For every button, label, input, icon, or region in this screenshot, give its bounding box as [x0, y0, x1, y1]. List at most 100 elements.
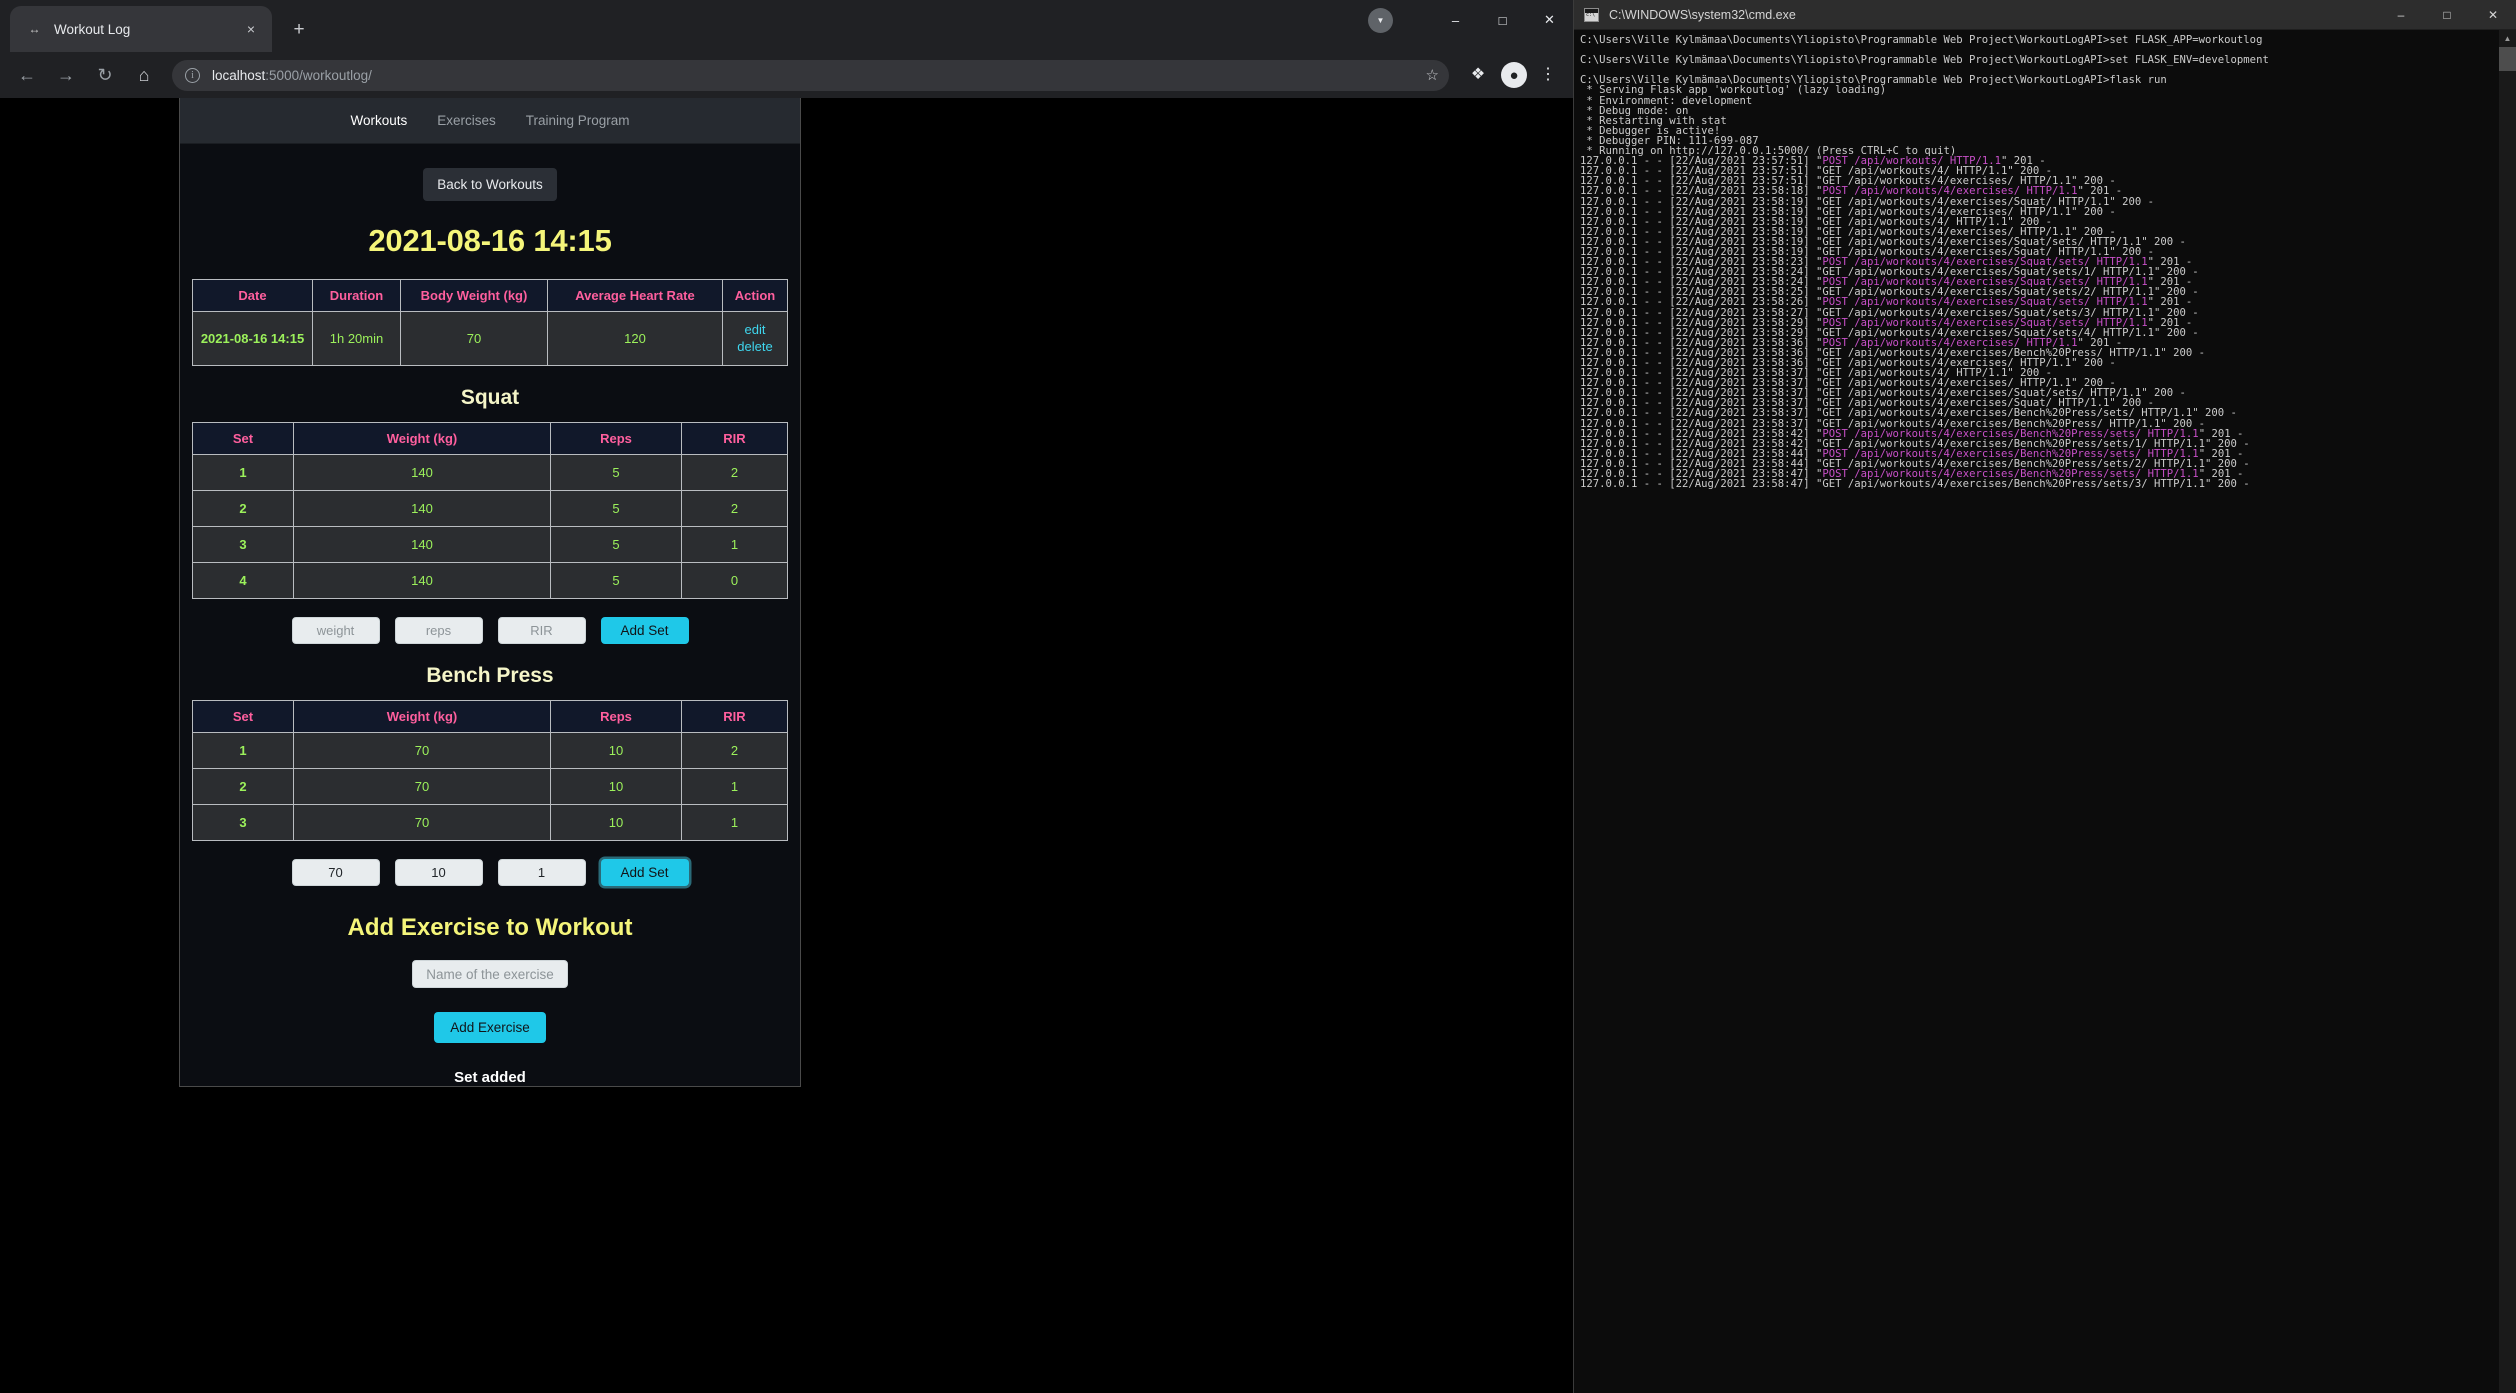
- cell-weight: 140: [294, 527, 551, 563]
- cell-set: 2: [193, 769, 294, 805]
- scrollbar-thumb[interactable]: [2499, 47, 2516, 71]
- cell-duration: 1h 20min: [313, 312, 401, 366]
- add-set-button[interactable]: Add Set: [601, 617, 689, 644]
- column-header-reps: Reps: [551, 701, 682, 733]
- table-row: 2 140 5 2: [193, 491, 788, 527]
- cell-date: 2021-08-16 14:15: [193, 312, 313, 366]
- cell-weight: 70: [294, 733, 551, 769]
- rir-input[interactable]: [498, 859, 586, 886]
- column-header-action: Action: [723, 280, 788, 312]
- add-set-form-squat: Add Set: [180, 617, 800, 644]
- status-message: Set added: [180, 1069, 800, 1086]
- scroll-up-icon[interactable]: ▲: [2499, 30, 2516, 47]
- cell-reps: 5: [551, 563, 682, 599]
- cmd-scrollbar[interactable]: ▲: [2499, 30, 2516, 1393]
- close-button[interactable]: ✕: [2470, 0, 2516, 30]
- page-title: 2021-08-16 14:15: [180, 223, 800, 259]
- table-header-row: Set Weight (kg) Reps RIR: [193, 701, 788, 733]
- cmd-window-title: C:\WINDOWS\system32\cmd.exe: [1609, 8, 1796, 22]
- cell-set: 3: [193, 805, 294, 841]
- add-exercise-button[interactable]: Add Exercise: [434, 1012, 546, 1043]
- table-row: 1 70 10 2: [193, 733, 788, 769]
- column-header-rir: RIR: [682, 423, 788, 455]
- page-icon: ↔: [26, 21, 43, 38]
- reps-input[interactable]: [395, 859, 483, 886]
- cell-rir: 1: [682, 527, 788, 563]
- page-viewport: Workouts Exercises Training Program Back…: [0, 98, 1573, 1393]
- sets-table-bench-press: Set Weight (kg) Reps RIR 1 70 10 2: [192, 700, 788, 841]
- cell-reps: 10: [551, 733, 682, 769]
- column-header-reps: Reps: [551, 423, 682, 455]
- cell-rir: 0: [682, 563, 788, 599]
- forward-icon[interactable]: →: [49, 58, 83, 92]
- maximize-button[interactable]: □: [1479, 0, 1526, 40]
- cmd-output[interactable]: C:\Users\Ville Kylmämaa\Documents\Yliopi…: [1574, 30, 2516, 1393]
- minimize-button[interactable]: –: [2378, 0, 2424, 30]
- cmd-icon: [1584, 8, 1599, 22]
- back-to-workouts-button[interactable]: Back to Workouts: [423, 168, 557, 201]
- column-header-duration: Duration: [313, 280, 401, 312]
- site-navbar: Workouts Exercises Training Program: [180, 98, 800, 144]
- desktop-screen: ↔ Workout Log × + ▼ – □ ✕ ← → ↻ ⌂ i loca…: [0, 0, 2516, 1393]
- maximize-button[interactable]: □: [2424, 0, 2470, 30]
- bookmark-star-icon[interactable]: ☆: [1426, 68, 1439, 83]
- exercise-name-input[interactable]: [412, 960, 568, 988]
- cell-weight: 140: [294, 491, 551, 527]
- weight-input[interactable]: [292, 617, 380, 644]
- home-icon[interactable]: ⌂: [127, 58, 161, 92]
- cell-rir: 1: [682, 805, 788, 841]
- workout-summary-table: Date Duration Body Weight (kg) Average H…: [192, 279, 788, 366]
- nav-link-training-program[interactable]: Training Program: [526, 113, 630, 128]
- reps-input[interactable]: [395, 617, 483, 644]
- add-set-form-bench-press: Add Set: [180, 859, 800, 886]
- delete-link[interactable]: delete: [727, 339, 783, 356]
- close-icon[interactable]: ×: [242, 20, 260, 38]
- table-row: 4 140 5 0: [193, 563, 788, 599]
- table-row: 1 140 5 2: [193, 455, 788, 491]
- nav-link-exercises[interactable]: Exercises: [437, 113, 496, 128]
- extensions-icon[interactable]: ❖: [1463, 60, 1493, 90]
- cell-rir: 1: [682, 769, 788, 805]
- chevron-down-icon[interactable]: ▼: [1368, 8, 1393, 33]
- cell-weight: 70: [294, 769, 551, 805]
- cell-weight: 70: [294, 805, 551, 841]
- avatar[interactable]: ●: [1501, 62, 1527, 88]
- cell-reps: 5: [551, 527, 682, 563]
- tab-strip: ↔ Workout Log × + ▼ – □ ✕: [0, 0, 1573, 52]
- back-icon[interactable]: ←: [10, 58, 44, 92]
- cell-set: 2: [193, 491, 294, 527]
- terminal-line: C:\Users\Ville Kylmämaa\Documents\Yliopi…: [1580, 55, 2516, 65]
- site-info-icon[interactable]: i: [185, 68, 200, 83]
- column-header-date: Date: [193, 280, 313, 312]
- cmd-window: C:\WINDOWS\system32\cmd.exe – □ ✕ C:\Use…: [1573, 0, 2516, 1393]
- cmd-title-bar: C:\WINDOWS\system32\cmd.exe – □ ✕: [1574, 0, 2516, 30]
- rir-input[interactable]: [498, 617, 586, 644]
- menu-icon[interactable]: ⋮: [1533, 60, 1563, 90]
- cmd-window-controls: – □ ✕: [2378, 0, 2516, 30]
- close-button[interactable]: ✕: [1526, 0, 1573, 40]
- sets-table-squat: Set Weight (kg) Reps RIR 1 140 5 2: [192, 422, 788, 599]
- table-header-row: Date Duration Body Weight (kg) Average H…: [193, 280, 788, 312]
- add-exercise-title: Add Exercise to Workout: [180, 914, 800, 942]
- cell-reps: 10: [551, 769, 682, 805]
- cell-set: 4: [193, 563, 294, 599]
- address-bar[interactable]: i localhost:5000/workoutlog/ ☆: [172, 60, 1449, 91]
- url-path: :5000/workoutlog/: [265, 68, 372, 83]
- edit-link[interactable]: edit: [727, 322, 783, 339]
- exercise-title-bench-press: Bench Press: [180, 664, 800, 688]
- minimize-button[interactable]: –: [1432, 0, 1479, 40]
- weight-input[interactable]: [292, 859, 380, 886]
- browser-tab[interactable]: ↔ Workout Log ×: [10, 6, 272, 52]
- terminal-line: * Environment: development: [1580, 96, 2516, 106]
- table-row: 2021-08-16 14:15 1h 20min 70 120 edit de…: [193, 312, 788, 366]
- nav-link-workouts[interactable]: Workouts: [350, 113, 407, 128]
- tab-title: Workout Log: [54, 22, 242, 37]
- exercise-title-squat: Squat: [180, 386, 800, 410]
- terminal-line: 127.0.0.1 - - [22/Aug/2021 23:58:18] "PO…: [1580, 186, 2516, 196]
- new-tab-button[interactable]: +: [284, 14, 314, 44]
- column-header-avg-heart-rate: Average Heart Rate: [548, 280, 723, 312]
- cell-weight: 140: [294, 563, 551, 599]
- add-set-button[interactable]: Add Set: [601, 859, 689, 886]
- column-header-weight: Weight (kg): [294, 423, 551, 455]
- reload-icon[interactable]: ↻: [88, 58, 122, 92]
